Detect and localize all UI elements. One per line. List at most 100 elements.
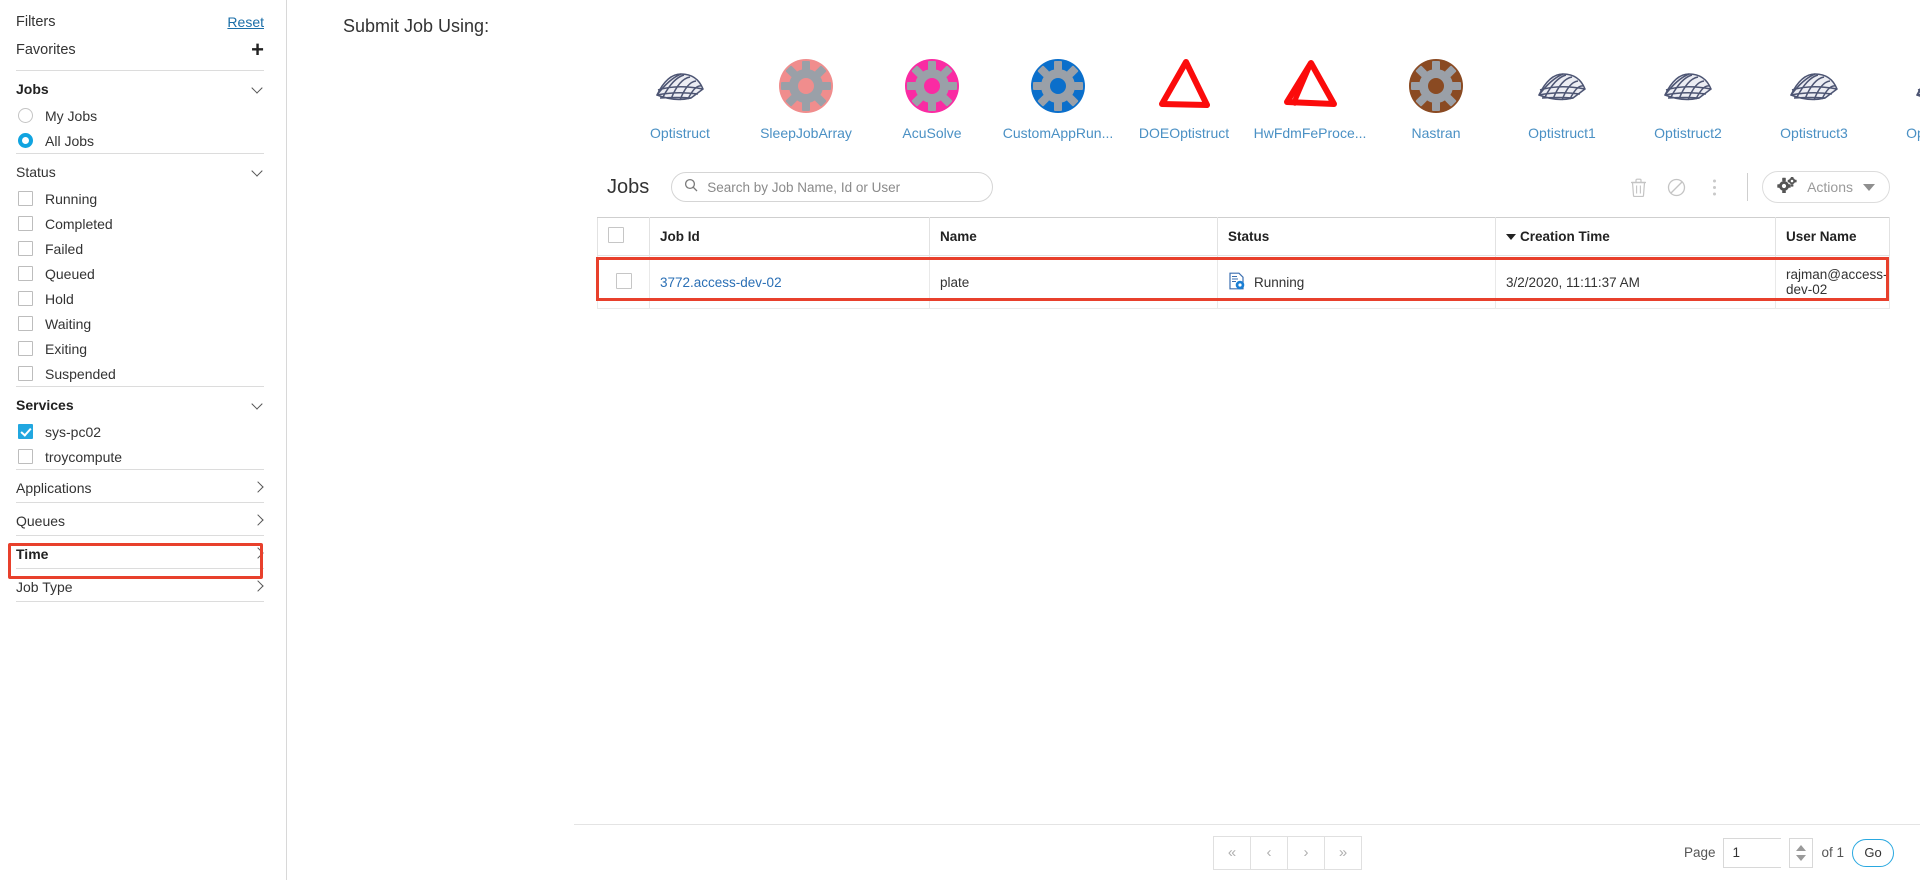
radio-all-jobs[interactable]: All Jobs xyxy=(16,128,264,153)
section-header-queues[interactable]: Queues xyxy=(16,503,264,535)
next-page-button[interactable]: › xyxy=(1287,835,1325,870)
app-tile-nastran[interactable]: Nastran xyxy=(1373,55,1499,141)
section-header-services[interactable]: Services xyxy=(16,387,264,419)
checkbox-label: Hold xyxy=(45,290,74,307)
section-header-jobs[interactable]: Jobs xyxy=(16,71,264,103)
chevron-right-icon xyxy=(252,548,264,560)
checkbox-label: Failed xyxy=(45,240,84,257)
app-tile-optistruct[interactable]: Optistruct xyxy=(617,55,743,141)
jobs-panel-title: Jobs xyxy=(607,175,650,198)
app-label: DOEOptistruct xyxy=(1138,125,1230,141)
checkbox-icon xyxy=(18,216,33,231)
prev-page-button[interactable]: ‹ xyxy=(1250,835,1288,870)
search-input[interactable] xyxy=(705,178,981,196)
mesh-dome-icon xyxy=(1531,55,1593,117)
app-label: Optistruct1 xyxy=(1528,125,1596,141)
checkbox-status-exiting[interactable]: Exiting xyxy=(16,336,264,361)
checkbox-icon xyxy=(18,449,33,464)
section-header-applications[interactable]: Applications xyxy=(16,470,264,502)
column-header-status[interactable]: Status xyxy=(1217,217,1496,256)
chevron-down-icon xyxy=(252,83,264,95)
app-tile-hwfdmfeprocessor[interactable]: HwFdmFeProce... xyxy=(1247,55,1373,141)
section-header-time[interactable]: Time xyxy=(16,536,264,568)
column-header-name[interactable]: Name xyxy=(929,217,1218,256)
mesh-dome-icon xyxy=(649,55,711,117)
checkbox-icon xyxy=(18,341,33,356)
radio-label: My Jobs xyxy=(45,107,98,124)
section-header-job-type[interactable]: Job Type xyxy=(16,569,264,601)
checkbox-status-waiting[interactable]: Waiting xyxy=(16,311,264,336)
app-label: Nastran xyxy=(1411,125,1461,141)
chevron-down-icon xyxy=(1863,183,1875,191)
app-tile-customapprunner[interactable]: CustomAppRun... xyxy=(995,55,1121,141)
first-page-button[interactable]: « xyxy=(1213,835,1251,870)
mesh-dome-icon xyxy=(1783,55,1845,117)
app-label: Optistruct4 xyxy=(1906,125,1920,141)
app-tile-optistruct2[interactable]: Optistruct2 xyxy=(1625,55,1751,141)
cell-user-name: rajman@access-dev-02 xyxy=(1775,255,1890,309)
page-stepper[interactable] xyxy=(1789,837,1814,868)
cell-status: Running xyxy=(1217,255,1496,309)
radio-label: All Jobs xyxy=(45,132,95,149)
checkbox-icon xyxy=(18,241,33,256)
table-row[interactable]: 3772.access-dev-02 plate Running 3/2/202… xyxy=(597,255,1890,309)
actions-dropdown-button[interactable]: Actions xyxy=(1762,171,1890,203)
section-title-jobs: Jobs xyxy=(16,81,49,97)
checkbox-label: Suspended xyxy=(45,365,116,382)
app-tile-sleepjobarray[interactable]: SleepJobArray xyxy=(743,55,869,141)
page-number-input[interactable] xyxy=(1723,837,1782,868)
table-header-row: Job Id Name Status Creation Time User Na… xyxy=(597,217,1890,256)
app-tile-optistruct3[interactable]: Optistruct3 xyxy=(1751,55,1877,141)
checkbox-status-queued[interactable]: Queued xyxy=(16,261,264,286)
add-favorite-icon[interactable]: + xyxy=(251,39,264,61)
favorites-label: Favorites xyxy=(16,42,76,58)
checkbox-status-running[interactable]: Running xyxy=(16,186,264,211)
column-header-creation-time[interactable]: Creation Time xyxy=(1495,217,1776,256)
triangle-icon xyxy=(1153,55,1215,117)
trash-icon[interactable] xyxy=(1619,171,1657,203)
checkbox-status-suspended[interactable]: Suspended xyxy=(16,361,264,386)
go-button[interactable]: Go xyxy=(1852,838,1894,867)
gear-icon xyxy=(775,55,837,117)
radio-icon xyxy=(18,108,33,123)
cell-name: plate xyxy=(929,255,1218,309)
search-box[interactable] xyxy=(671,172,994,202)
app-label: Optistruct xyxy=(650,125,710,141)
stepper-up-icon[interactable] xyxy=(1796,844,1807,851)
select-all-checkbox[interactable] xyxy=(608,227,624,243)
checkbox-status-hold[interactable]: Hold xyxy=(16,286,264,311)
section-header-status[interactable]: Status xyxy=(16,154,264,186)
ban-icon[interactable] xyxy=(1657,171,1695,203)
last-page-button[interactable]: » xyxy=(1324,835,1362,870)
favorites-row: Favorites + xyxy=(16,36,264,70)
stepper-down-icon[interactable] xyxy=(1796,854,1807,861)
section-title-time: Time xyxy=(16,546,49,562)
jobs-table: Job Id Name Status Creation Time User Na… xyxy=(597,217,1890,309)
app-label: CustomAppRun... xyxy=(1002,125,1114,141)
checkbox-icon xyxy=(18,366,33,381)
checkbox-service-troycompute[interactable]: troycompute xyxy=(16,444,264,469)
reset-filters-link[interactable]: Reset xyxy=(227,14,264,30)
checkbox-label: Queued xyxy=(45,265,95,282)
app-tile-optistruct1[interactable]: Optistruct1 xyxy=(1499,55,1625,141)
app-tile-optistruct4[interactable]: Optistruct4 xyxy=(1877,55,1920,141)
radio-my-jobs[interactable]: My Jobs xyxy=(16,103,264,128)
column-header-job-id[interactable]: Job Id xyxy=(649,217,930,256)
kebab-menu-icon[interactable] xyxy=(1695,171,1733,203)
app-tile-acusolve[interactable]: AcuSolve xyxy=(869,55,995,141)
gear-icon xyxy=(1027,55,1089,117)
actions-label: Actions xyxy=(1807,179,1853,195)
checkbox-status-completed[interactable]: Completed xyxy=(16,211,264,236)
chevron-down-icon xyxy=(252,399,264,411)
mesh-dome-icon xyxy=(1657,55,1719,117)
cell-job-id: 3772.access-dev-02 xyxy=(649,255,930,309)
row-checkbox[interactable] xyxy=(615,272,632,289)
checkbox-icon xyxy=(18,191,33,206)
job-id-link[interactable]: 3772.access-dev-02 xyxy=(660,275,782,290)
checkbox-service-sys-pc02[interactable]: sys-pc02 xyxy=(16,419,264,444)
checkbox-icon xyxy=(18,266,33,281)
app-tile-doeoptistruct[interactable]: DOEOptistruct xyxy=(1121,55,1247,141)
column-header-user-name[interactable]: User Name xyxy=(1775,217,1890,256)
checkbox-icon xyxy=(18,316,33,331)
checkbox-status-failed[interactable]: Failed xyxy=(16,236,264,261)
